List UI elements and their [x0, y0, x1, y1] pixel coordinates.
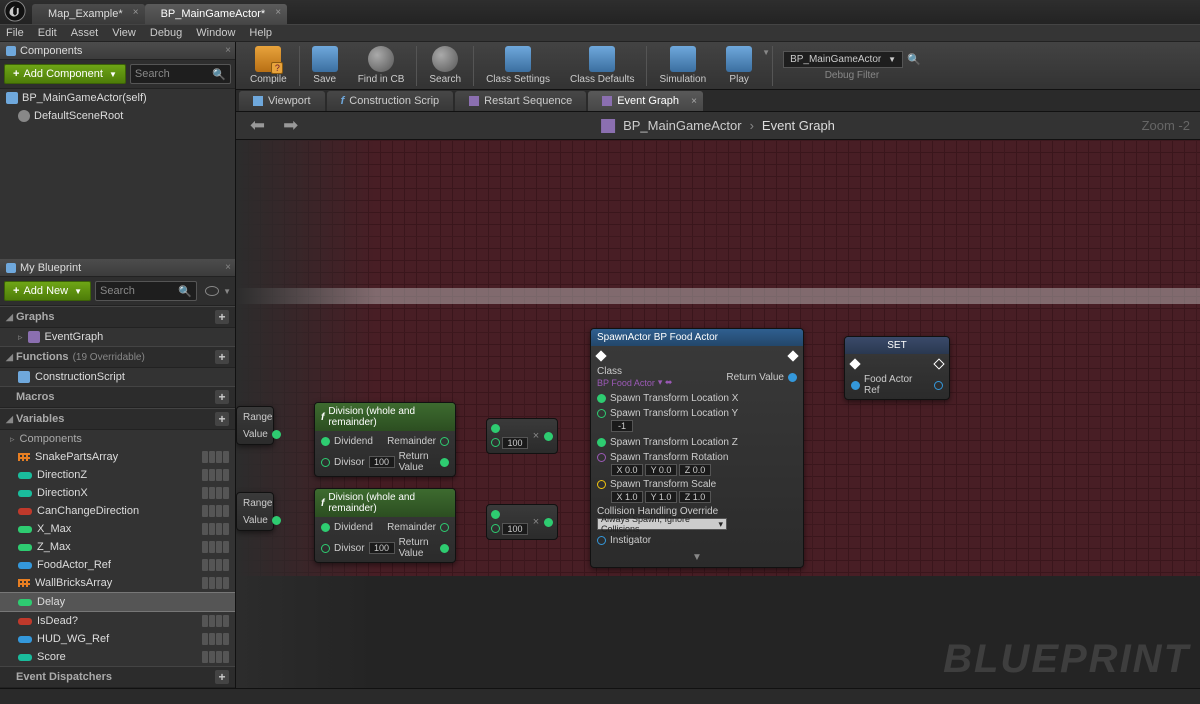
- breadcrumb-parent[interactable]: BP_MainGameActor: [623, 118, 742, 133]
- section-event-dispatchers[interactable]: ◢Event Dispatchers+: [0, 666, 235, 688]
- close-icon[interactable]: ×: [691, 96, 697, 107]
- variable-item[interactable]: Score: [0, 648, 235, 666]
- blueprint-watermark: BLUEPRINT: [943, 637, 1190, 682]
- search-button[interactable]: Search: [419, 44, 471, 87]
- graph-item-eventgraph[interactable]: ▹EventGraph: [0, 328, 235, 346]
- add-icon[interactable]: +: [215, 390, 229, 404]
- save-button[interactable]: Save: [302, 44, 348, 87]
- myblueprint-search-input[interactable]: Search🔍: [95, 281, 197, 301]
- compile-button[interactable]: ?Compile: [240, 44, 297, 87]
- search-icon: 🔍: [178, 285, 192, 298]
- status-bar: [0, 688, 1200, 704]
- find-in-cb-button[interactable]: Find in CB: [348, 44, 415, 87]
- node-division-b[interactable]: fDivision (whole and remainder) Dividend…: [314, 488, 456, 563]
- close-icon[interactable]: ×: [275, 7, 281, 18]
- section-variables[interactable]: ◢Variables+: [0, 408, 235, 430]
- menu-edit[interactable]: Edit: [38, 27, 57, 39]
- chevron-right-icon: ›: [750, 118, 754, 133]
- section-graphs[interactable]: ◢Graphs+: [0, 306, 235, 328]
- collision-select[interactable]: Always Spawn, Ignore Collisions▾: [597, 518, 727, 530]
- components-search-input[interactable]: Search🔍: [130, 64, 231, 84]
- zoom-label: Zoom -2: [1142, 118, 1190, 133]
- add-icon[interactable]: +: [215, 670, 229, 684]
- title-tab-bar: Map_Example*× BP_MainGameActor*×: [0, 0, 1200, 24]
- node-set[interactable]: SET Food Actor Ref: [844, 336, 950, 400]
- variable-item[interactable]: FoodActor_Ref: [0, 556, 235, 574]
- variable-item[interactable]: HUD_WG_Ref: [0, 630, 235, 648]
- variable-item[interactable]: DirectionZ: [0, 466, 235, 484]
- variable-item[interactable]: SnakePartsArray: [0, 448, 235, 466]
- close-icon[interactable]: ×: [133, 7, 139, 18]
- tab-map[interactable]: Map_Example*×: [32, 4, 145, 24]
- graph-icon: [601, 119, 615, 133]
- add-icon[interactable]: +: [215, 412, 229, 426]
- menu-help[interactable]: Help: [249, 27, 272, 39]
- myblueprint-panel-header[interactable]: My Blueprint×: [0, 259, 235, 277]
- add-component-button[interactable]: +Add Component▼: [4, 64, 126, 84]
- tab-construction-script[interactable]: fConstruction Scrip: [327, 91, 454, 111]
- menu-view[interactable]: View: [112, 27, 136, 39]
- debug-filter-label: Debug Filter: [783, 70, 921, 81]
- search-icon: 🔍: [212, 68, 226, 81]
- menu-window[interactable]: Window: [196, 27, 235, 39]
- function-item-constructionscript[interactable]: ConstructionScript: [0, 368, 235, 386]
- node-stub-a[interactable]: Range Value: [236, 406, 274, 445]
- node-stub-b[interactable]: Range Value: [236, 492, 274, 531]
- tab-blueprint[interactable]: BP_MainGameActor*×: [145, 4, 288, 24]
- close-icon[interactable]: ×: [225, 262, 231, 273]
- menu-asset[interactable]: Asset: [71, 27, 99, 39]
- tab-restart-sequence[interactable]: Restart Sequence: [455, 91, 586, 111]
- graph-tab-bar: Viewport fConstruction Scrip Restart Seq…: [236, 90, 1200, 112]
- search-icon[interactable]: 🔍: [907, 53, 921, 66]
- menu-file[interactable]: File: [6, 27, 24, 39]
- node-multiply-b[interactable]: 100 ×: [486, 504, 558, 540]
- breadcrumb-bar: ⬅ ➡ BP_MainGameActor › Event Graph Zoom …: [236, 112, 1200, 140]
- node-spawn-actor[interactable]: SpawnActor BP Food Actor ClassBP Food Ac…: [590, 328, 804, 568]
- add-icon[interactable]: +: [215, 350, 229, 364]
- debug-filter-select[interactable]: BP_MainGameActor▼: [783, 51, 903, 68]
- simulation-button[interactable]: Simulation: [649, 44, 716, 87]
- toolbar: ?Compile Save Find in CB Search Class Se…: [236, 42, 1200, 90]
- section-macros[interactable]: ◢Macros+: [0, 386, 235, 408]
- menu-debug[interactable]: Debug: [150, 27, 182, 39]
- add-icon[interactable]: +: [215, 310, 229, 324]
- components-panel-header[interactable]: Components×: [0, 42, 235, 60]
- variable-item[interactable]: CanChangeDirection: [0, 502, 235, 520]
- node-division-a[interactable]: fDivision (whole and remainder) Dividend…: [314, 402, 456, 477]
- menu-bar: File Edit Asset View Debug Window Help: [0, 24, 1200, 42]
- nav-back-button[interactable]: ⬅: [246, 115, 269, 136]
- tab-event-graph[interactable]: Event Graph×: [588, 91, 703, 111]
- section-functions[interactable]: ◢Functions(19 Overridable)+: [0, 346, 235, 368]
- unreal-logo-icon: [4, 0, 26, 22]
- tab-viewport[interactable]: Viewport: [239, 91, 325, 111]
- variable-item[interactable]: Z_Max: [0, 538, 235, 556]
- nav-forward-button[interactable]: ➡: [279, 115, 302, 136]
- node-multiply-a[interactable]: 100 ×: [486, 418, 558, 454]
- close-icon[interactable]: ×: [225, 45, 231, 56]
- add-new-button[interactable]: +Add New▼: [4, 281, 91, 301]
- class-defaults-button[interactable]: Class Defaults: [560, 44, 644, 87]
- component-item-root[interactable]: DefaultSceneRoot: [0, 107, 235, 125]
- class-settings-button[interactable]: Class Settings: [476, 44, 560, 87]
- variable-item[interactable]: IsDead?: [0, 612, 235, 630]
- variable-item[interactable]: Delay: [0, 592, 235, 612]
- component-item-self[interactable]: BP_MainGameActor(self): [0, 89, 235, 107]
- play-button[interactable]: Play: [716, 44, 762, 87]
- variables-components-sub[interactable]: ▹Components: [0, 430, 235, 448]
- variable-item[interactable]: DirectionX: [0, 484, 235, 502]
- eye-icon[interactable]: [205, 286, 219, 296]
- event-graph-canvas[interactable]: Range Value Range Value fDivision (whole…: [236, 140, 1200, 688]
- variable-item[interactable]: X_Max: [0, 520, 235, 538]
- breadcrumb-current: Event Graph: [762, 118, 835, 133]
- variable-item[interactable]: WallBricksArray: [0, 574, 235, 592]
